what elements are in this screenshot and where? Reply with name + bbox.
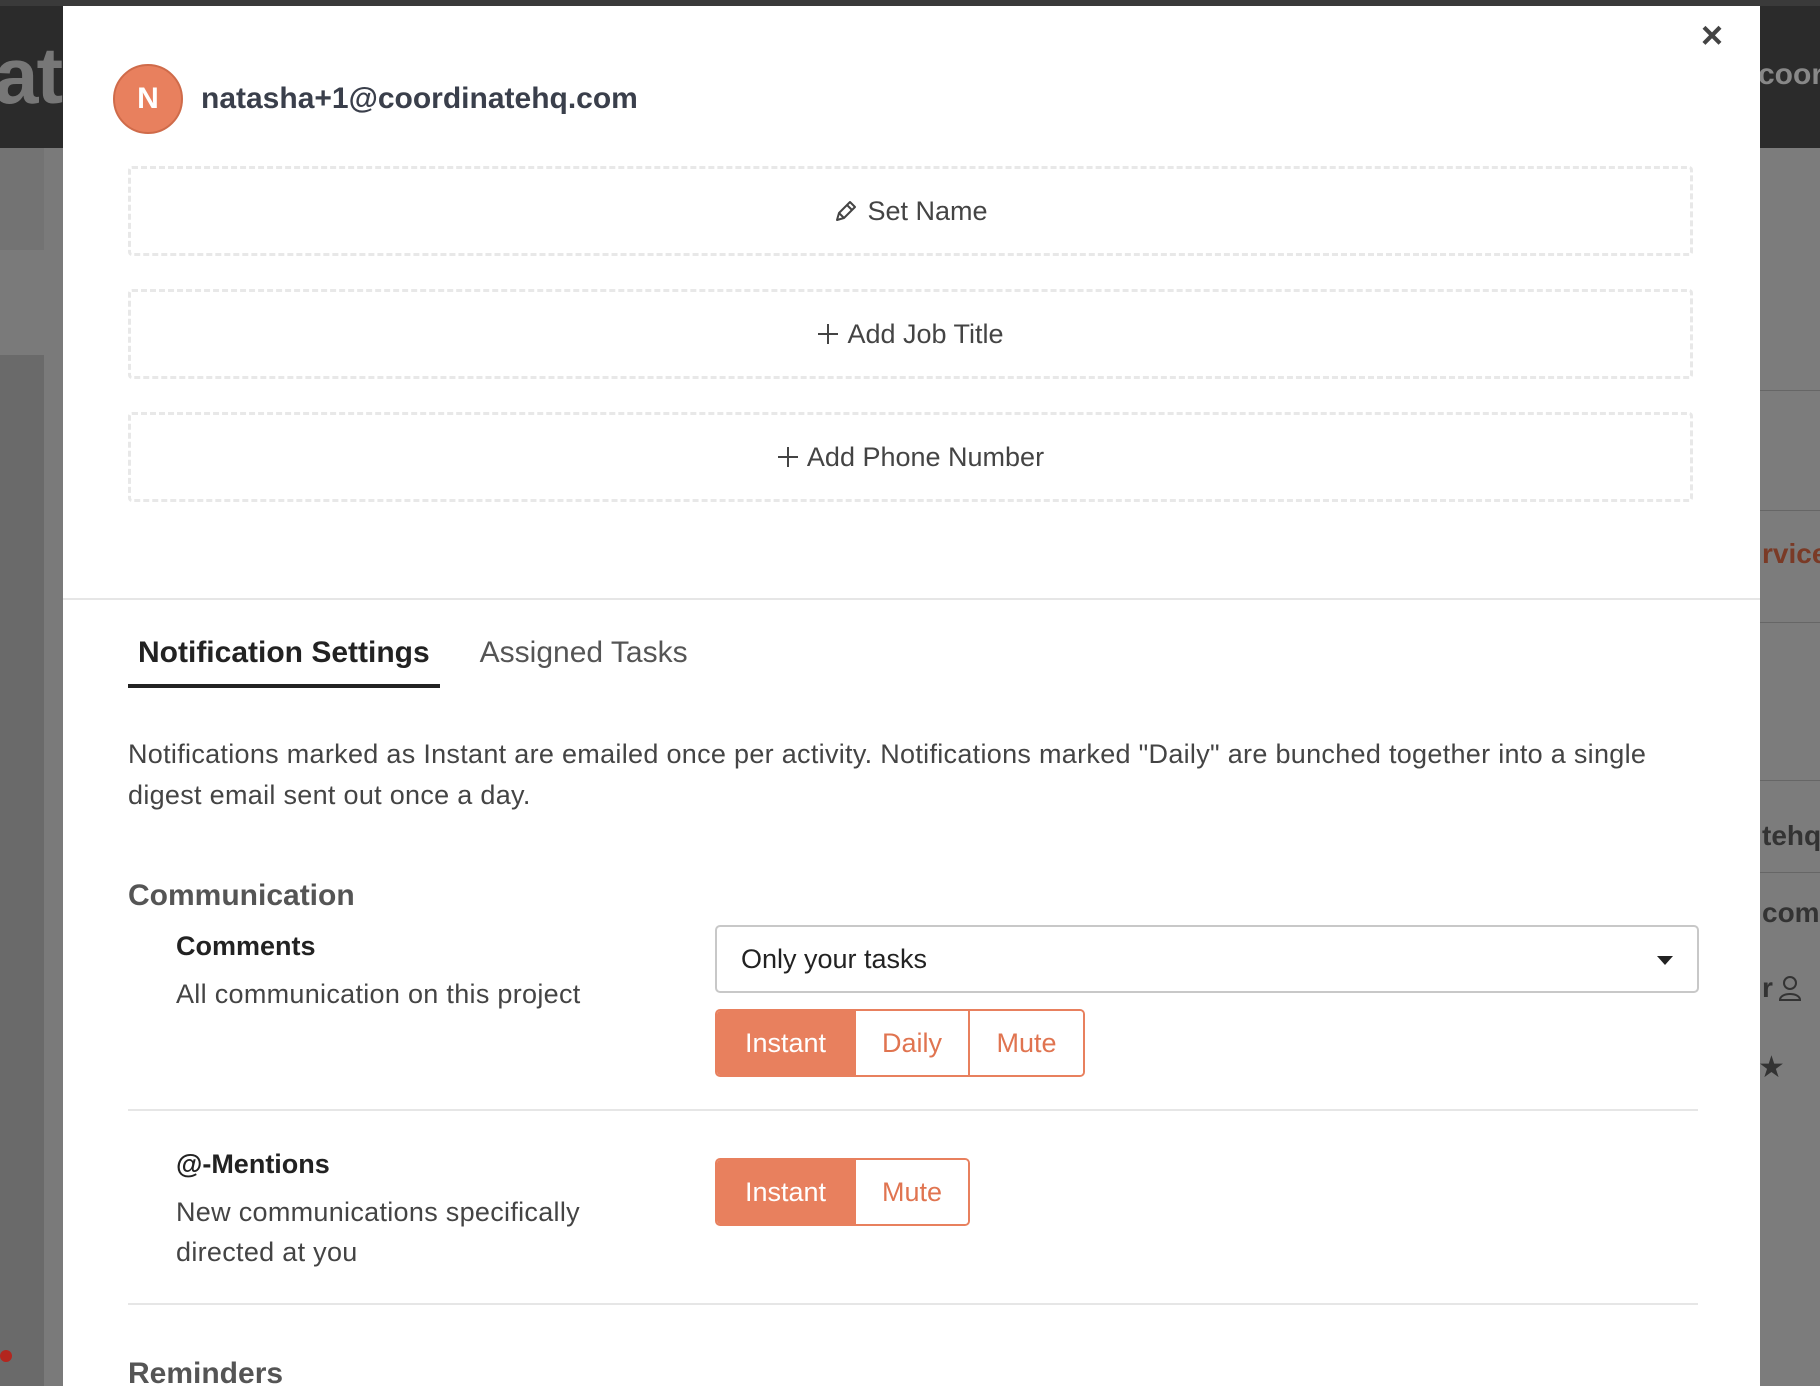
background-text: rvice — [1762, 538, 1820, 569]
comments-scope-value: Only your tasks — [741, 943, 928, 974]
tab-notification-settings[interactable]: Notification Settings — [128, 636, 440, 688]
comments-daily-button[interactable]: Daily — [854, 1011, 968, 1075]
comments-instant-button[interactable]: Instant — [717, 1011, 854, 1075]
pencil-icon — [833, 198, 859, 224]
background-right-column — [1760, 148, 1820, 1386]
background-left-panel-lower — [0, 355, 44, 1386]
close-icon[interactable]: × — [1694, 17, 1730, 55]
mentions-label: @-Mentions — [176, 1149, 330, 1179]
background-text: tehq. — [1762, 820, 1820, 851]
background-left-panel — [0, 148, 44, 250]
add-phone-number-button[interactable]: Add Phone Number — [128, 412, 1693, 502]
mentions-instant-button[interactable]: Instant — [717, 1160, 854, 1224]
mentions-mute-button[interactable]: Mute — [854, 1160, 968, 1224]
setting-divider — [128, 1303, 1698, 1305]
person-icon — [1778, 976, 1802, 1001]
comments-description: All communication on this project — [176, 979, 581, 1009]
user-email: natasha+1@coordinatehq.com — [201, 82, 638, 115]
background-divider — [1760, 390, 1820, 391]
add-job-title-button[interactable]: Add Job Title — [128, 289, 1693, 379]
user-settings-modal: × N natasha+1@coordinatehq.com Set Name … — [63, 6, 1760, 1386]
mentions-description: New communications specifically directed… — [176, 1197, 580, 1267]
notification-intro-text: Notifications marked as Instant are emai… — [128, 739, 1647, 810]
star-icon: ★ — [1758, 1051, 1785, 1084]
background-header-text: coord — [1758, 58, 1820, 91]
background-divider — [1760, 510, 1820, 511]
plus-icon — [817, 323, 839, 345]
comments-label: Comments — [176, 931, 316, 961]
comments-frequency-toggle: Instant Daily Mute — [715, 1009, 1085, 1077]
background-divider — [1760, 622, 1820, 623]
comments-scope-select[interactable]: Only your tasks — [715, 925, 1699, 993]
set-name-button[interactable]: Set Name — [128, 166, 1693, 256]
add-phone-number-label: Add Phone Number — [806, 441, 1045, 472]
set-name-label: Set Name — [867, 195, 988, 226]
user-header: N natasha+1@coordinatehq.com — [113, 64, 638, 134]
background-divider — [1760, 872, 1820, 873]
reminders-section-title: Reminders — [128, 1357, 284, 1386]
caret-down-icon — [1657, 956, 1673, 965]
add-job-title-label: Add Job Title — [847, 318, 1004, 349]
plus-icon — [777, 446, 799, 468]
settings-tabs: Notification Settings Assigned Tasks — [128, 636, 728, 688]
mentions-frequency-toggle: Instant Mute — [715, 1158, 970, 1226]
tab-assigned-tasks[interactable]: Assigned Tasks — [470, 636, 698, 688]
section-divider — [63, 598, 1760, 600]
background-text: com — [1762, 897, 1820, 928]
background-divider — [1760, 780, 1820, 781]
communication-section-title: Communication — [128, 879, 355, 912]
setting-divider — [128, 1109, 1698, 1111]
avatar: N — [113, 64, 183, 134]
background-text: r — [1762, 972, 1773, 1003]
comments-mute-button[interactable]: Mute — [968, 1011, 1083, 1075]
notification-dot — [0, 1350, 12, 1362]
